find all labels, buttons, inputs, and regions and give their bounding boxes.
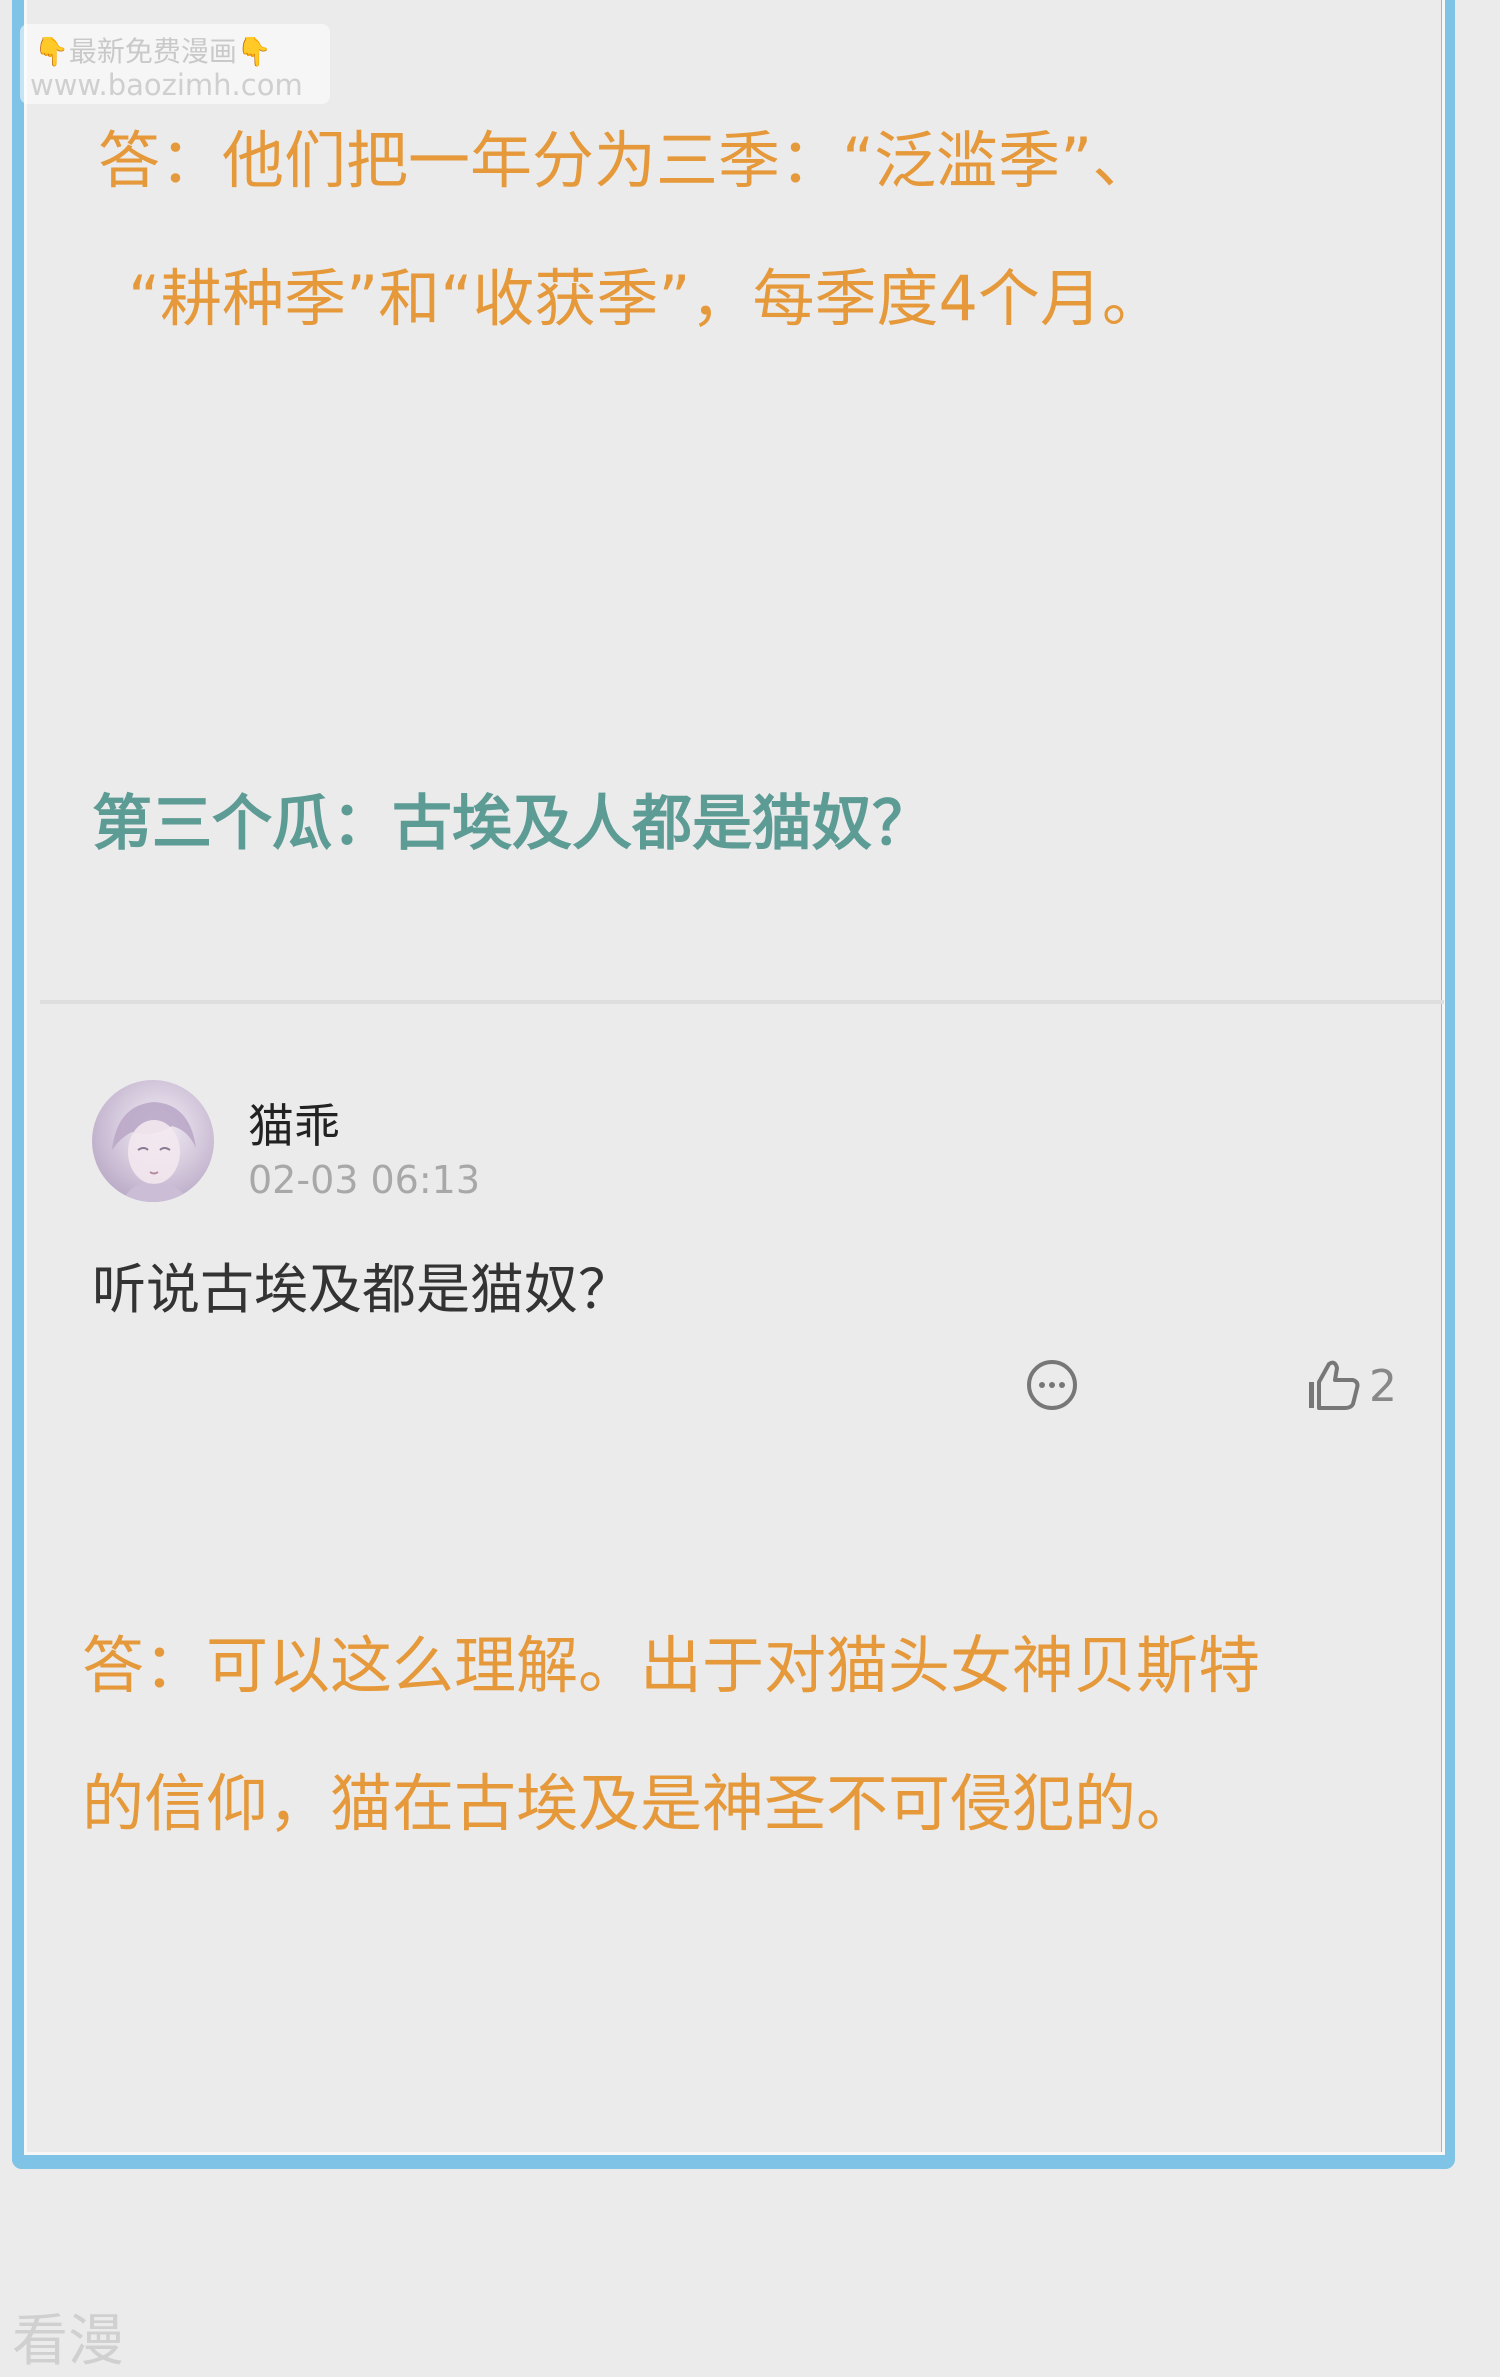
answer-text-2: 答：可以这么理解。出于对猫头女神贝斯特 的信仰，猫在古埃及是神圣不可侵犯的。 [82, 1597, 1260, 1873]
comment-timestamp: 02-03 06:13 [248, 1158, 481, 1202]
answer-1-line-2: “耕种季”和“收获季”，每季度4个月。 [128, 262, 1164, 335]
answer-2-line-1: 答：可以这么理解。出于对猫头女神贝斯特 [82, 1629, 1261, 1702]
watermark-title: 👇最新免费漫画👇 [34, 35, 272, 68]
avatar[interactable] [92, 1080, 214, 1202]
comment-body: 听说古埃及都是猫奴？ [92, 1258, 632, 1321]
comment-username[interactable]: 猫乖 [248, 1090, 340, 1156]
answer-1-line-1: 答：他们把一年分为三季：“泛滥季”、 [98, 124, 1155, 197]
comment-bubble-icon [1027, 1360, 1077, 1410]
reply-button[interactable] [1022, 1358, 1082, 1414]
like-button[interactable]: 2 [1305, 1356, 1397, 1416]
bottom-watermark: 看漫 [12, 2309, 124, 2374]
pointing-down-icon: 👇 [34, 35, 69, 68]
section-divider [40, 1000, 1444, 1004]
like-count: 2 [1369, 1360, 1397, 1412]
thumbs-up-icon [1309, 1360, 1360, 1410]
avatar-image [112, 1102, 196, 1202]
pointing-down-icon: 👇 [236, 35, 272, 68]
answer-2-line-2: 的信仰，猫在古埃及是神圣不可侵犯的。 [82, 1767, 1199, 1840]
answer-text-1: 答：他们把一年分为三季：“泛滥季”、 “耕种季”和“收获季”，每季度4个月。 [98, 92, 1164, 368]
question-heading: 第三个瓜：古埃及人都是猫奴？ [92, 789, 932, 859]
